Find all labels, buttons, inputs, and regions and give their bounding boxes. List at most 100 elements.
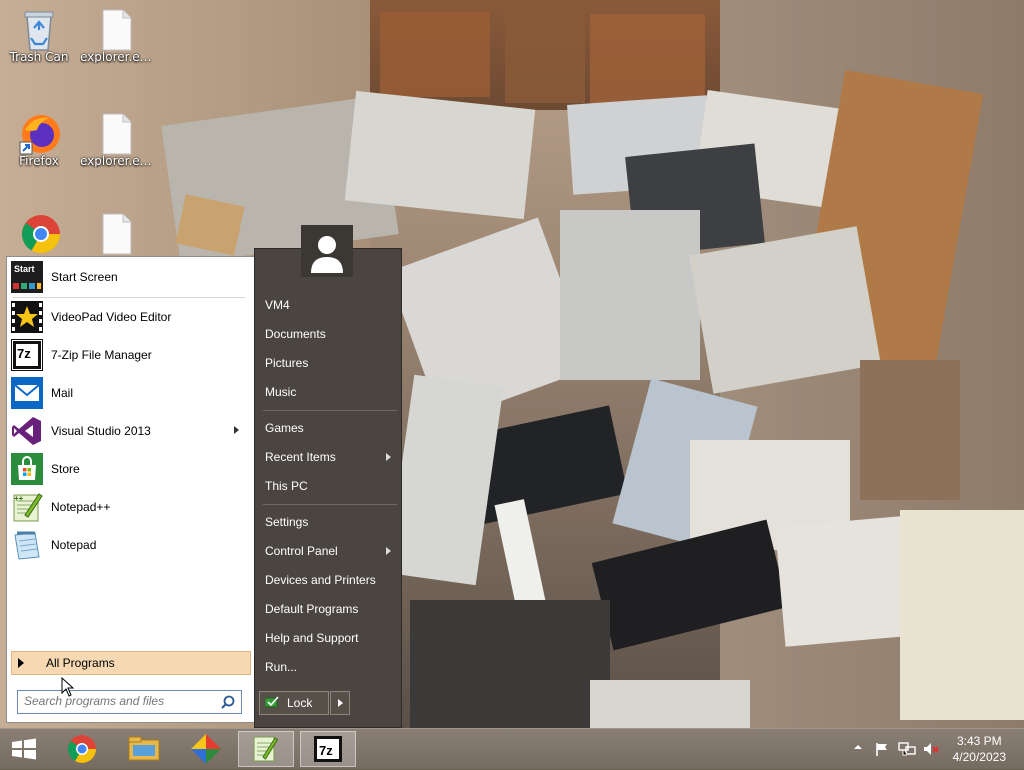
link-help-and-support[interactable]: Help and Support	[265, 626, 395, 650]
desktop-icon-firefox[interactable]: Firefox	[2, 112, 76, 168]
program-mail[interactable]: Mail	[11, 376, 249, 410]
link-label: Games	[265, 421, 304, 435]
mouse-pointer-icon	[61, 676, 75, 700]
desktop-icon-label: Firefox	[19, 154, 59, 168]
link-music[interactable]: Music	[265, 380, 395, 404]
taskbar-7zip[interactable]: 7z	[300, 731, 356, 767]
link-default-programs[interactable]: Default Programs	[265, 597, 395, 621]
network-icon[interactable]	[898, 741, 916, 760]
submenu-arrow-icon	[386, 547, 391, 555]
start-menu-programs-pane: Start Start Screen VideoPad Video Editor	[6, 256, 255, 723]
search-input[interactable]	[18, 691, 219, 711]
link-documents[interactable]: Documents	[265, 322, 395, 346]
taskbar-chrome[interactable]	[54, 731, 110, 767]
places-separator	[263, 410, 397, 411]
submenu-arrow-icon	[234, 426, 239, 434]
desktop-icon-explorer-exe-2[interactable]: explorer.ex...	[80, 112, 154, 168]
visual-studio-icon	[11, 415, 43, 447]
all-programs-button[interactable]: All Programs	[11, 651, 251, 675]
program-label: VideoPad Video Editor	[51, 310, 172, 324]
places-separator	[263, 504, 397, 505]
firefox-icon	[19, 112, 60, 155]
svg-text:7z: 7z	[319, 743, 333, 758]
program-notepadpp[interactable]: ++ Notepad++	[11, 490, 249, 524]
link-run[interactable]: Run...	[265, 655, 395, 679]
notepad-icon	[11, 529, 43, 561]
link-label: Default Programs	[265, 602, 359, 616]
store-icon	[11, 453, 43, 485]
chrome-icon	[19, 212, 61, 254]
file-icon	[97, 8, 137, 51]
shutdown-options-button[interactable]	[330, 691, 350, 715]
start-screen-badge: Start	[14, 264, 35, 274]
program-label: Start Screen	[51, 270, 118, 284]
windows-logo-icon	[12, 738, 36, 760]
file-explorer-icon	[128, 736, 160, 761]
action-center-flag-icon[interactable]	[874, 741, 890, 760]
start-button[interactable]	[0, 731, 48, 767]
link-label: Settings	[265, 515, 309, 529]
program-label: Notepad	[51, 538, 97, 552]
pinwheel-app-icon	[191, 734, 221, 764]
link-label: Pictures	[265, 356, 309, 370]
user-avatar-icon	[303, 227, 351, 275]
link-label: Help and Support	[265, 631, 359, 645]
link-label: Control Panel	[265, 544, 338, 558]
link-this-pc[interactable]: This PC	[265, 474, 395, 498]
clock-time: 3:43 PM	[956, 734, 1002, 748]
program-label: Mail	[51, 386, 74, 400]
desktop-icon-trash-can[interactable]: Trash Can	[2, 8, 76, 64]
desktop-icon-label: explorer.ex...	[80, 154, 154, 168]
start-screen-icon: Start	[11, 261, 43, 293]
program-7zip[interactable]: 7z 7-Zip File Manager	[10, 338, 249, 372]
link-vm4[interactable]: VM4	[265, 293, 395, 317]
seven-zip-icon: 7z	[314, 736, 342, 762]
lock-icon	[264, 695, 281, 711]
program-store[interactable]: Store	[11, 452, 249, 486]
program-label: Store	[51, 462, 80, 476]
videopad-icon	[11, 301, 43, 333]
link-label: This PC	[265, 479, 308, 493]
show-hidden-icons-button[interactable]	[853, 741, 863, 756]
start-menu-places-pane: VM4 Documents Pictures Music Games Recen…	[254, 248, 402, 728]
taskbar-pinwheel-app[interactable]	[178, 731, 234, 767]
lock-button[interactable]: Lock	[259, 691, 329, 715]
link-recent-items[interactable]: Recent Items	[265, 445, 395, 469]
program-visual-studio[interactable]: Visual Studio 2013	[11, 414, 249, 448]
link-control-panel[interactable]: Control Panel	[265, 539, 395, 563]
seven-zip-icon: 7z	[10, 338, 44, 372]
user-account-picture[interactable]	[301, 225, 353, 277]
recycle-bin-icon	[19, 8, 59, 51]
mail-icon	[11, 377, 43, 409]
notepadpp-icon	[253, 736, 279, 762]
taskbar-clock[interactable]: 3:43 PM 4/20/2023	[953, 733, 1006, 765]
desktop-icon-explorer-exe-1[interactable]: explorer.ex...	[80, 8, 154, 64]
chevron-right-icon	[338, 699, 343, 707]
start-search-box[interactable]	[17, 690, 242, 714]
chrome-icon	[68, 735, 96, 763]
link-pictures[interactable]: Pictures	[265, 351, 395, 375]
program-videopad[interactable]: VideoPad Video Editor	[11, 300, 249, 334]
expand-arrow-icon	[18, 658, 24, 668]
link-label: Documents	[265, 327, 326, 341]
link-devices-and-printers[interactable]: Devices and Printers	[265, 568, 395, 592]
programs-separator	[13, 297, 245, 298]
program-start-screen[interactable]: Start Start Screen	[11, 260, 249, 294]
seven-zip-badge: 7z	[17, 346, 31, 361]
program-label: 7-Zip File Manager	[51, 348, 152, 362]
start-menu: Start Start Screen VideoPad Video Editor	[0, 248, 402, 728]
desktop-icon-label: explorer.ex...	[80, 50, 154, 64]
search-icon[interactable]	[221, 695, 235, 712]
file-icon	[97, 212, 137, 255]
link-games[interactable]: Games	[265, 416, 395, 440]
volume-muted-icon[interactable]	[922, 741, 940, 760]
link-label: Music	[265, 385, 297, 399]
program-notepad[interactable]: Notepad	[11, 528, 249, 562]
link-label: Run...	[265, 660, 298, 674]
taskbar-file-explorer[interactable]	[116, 731, 172, 767]
taskbar-notepadpp[interactable]	[238, 731, 294, 767]
clock-date: 4/20/2023	[952, 750, 1006, 764]
link-settings[interactable]: Settings	[265, 510, 395, 534]
all-programs-label: All Programs	[46, 656, 115, 670]
taskbar: 7z 3:43 PM 4/20/2023	[0, 728, 1024, 769]
